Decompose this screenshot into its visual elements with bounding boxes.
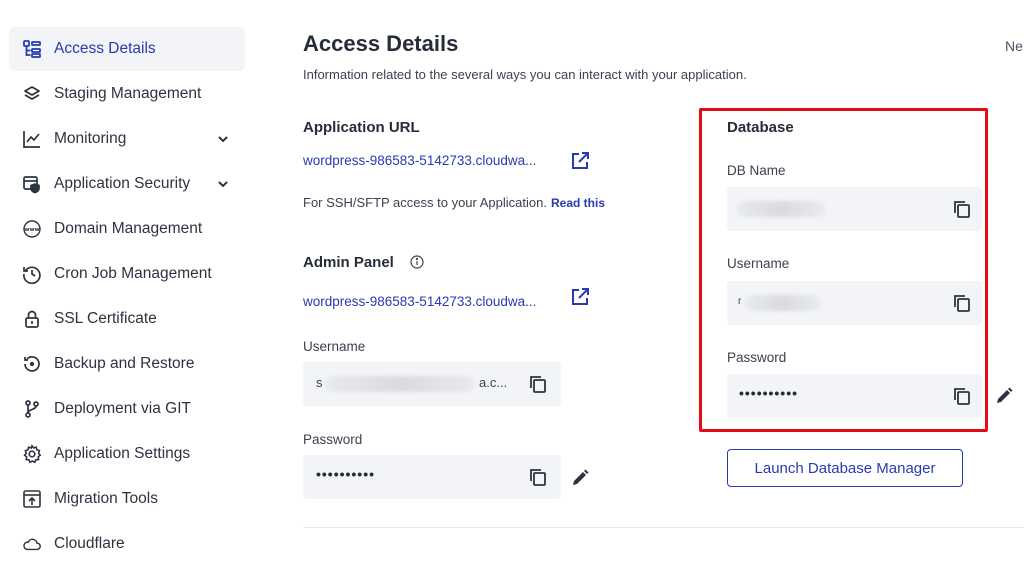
git-branch-icon bbox=[22, 399, 42, 419]
sidebar-item-migration-tools[interactable]: Migration Tools bbox=[9, 477, 245, 521]
sidebar-item-label: Monitoring bbox=[54, 130, 127, 147]
sidebar-item-label: Application Settings bbox=[54, 445, 191, 462]
page-subtitle: Information related to the several ways … bbox=[303, 67, 747, 82]
sidebar-item-application-settings[interactable]: Application Settings bbox=[9, 432, 245, 476]
admin-username-suffix: a.c... bbox=[479, 375, 508, 390]
admin-username-field[interactable]: s a.c... bbox=[303, 362, 561, 406]
sidebar-item-application-security[interactable]: Application Security bbox=[9, 162, 245, 206]
copy-icon[interactable] bbox=[528, 467, 548, 487]
admin-password-value: •••••••••• bbox=[316, 466, 376, 482]
truncated-header-text: Ne bbox=[1005, 38, 1023, 54]
sidebar-item-label: Application Security bbox=[54, 175, 191, 192]
sidebar-item-cloudflare[interactable]: Cloudflare bbox=[9, 522, 245, 563]
sidebar-item-label: Staging Management bbox=[54, 85, 202, 102]
admin-password-field[interactable]: •••••••••• bbox=[303, 455, 561, 499]
backup-icon bbox=[22, 354, 42, 374]
pencil-icon[interactable] bbox=[994, 386, 1014, 406]
lock-icon bbox=[22, 309, 42, 329]
www-icon: www bbox=[22, 219, 42, 239]
admin-password-label: Password bbox=[303, 432, 363, 447]
sidebar: Access Details Staging Management Monito… bbox=[0, 0, 260, 563]
pencil-icon[interactable] bbox=[570, 468, 590, 488]
sidebar-item-label: Domain Management bbox=[54, 220, 203, 237]
layers-icon bbox=[22, 84, 42, 104]
admin-panel-heading: Admin Panel bbox=[303, 254, 394, 271]
launch-database-manager-button[interactable]: Launch Database Manager bbox=[727, 449, 963, 487]
page-title: Access Details bbox=[303, 31, 459, 56]
sidebar-item-ssl-certificate[interactable]: SSL Certificate bbox=[9, 297, 245, 341]
sidebar-item-backup-and-restore[interactable]: Backup and Restore bbox=[9, 342, 245, 386]
sidebar-item-monitoring[interactable]: Monitoring bbox=[9, 117, 245, 161]
copy-icon[interactable] bbox=[528, 374, 548, 394]
sidebar-item-label: Deployment via GIT bbox=[54, 400, 191, 417]
read-this-link[interactable]: Read this bbox=[551, 196, 605, 210]
application-url-link[interactable]: wordpress-986583-5142733.cloudwa... bbox=[303, 153, 536, 168]
access-details-icon bbox=[22, 39, 42, 59]
sidebar-item-domain-management[interactable]: www Domain Management bbox=[9, 207, 245, 251]
external-link-icon[interactable] bbox=[570, 151, 590, 171]
external-link-icon[interactable] bbox=[570, 287, 590, 307]
clock-history-icon bbox=[22, 264, 42, 284]
info-icon[interactable] bbox=[410, 255, 424, 269]
sidebar-item-cron-job-management[interactable]: Cron Job Management bbox=[9, 252, 245, 296]
application-url-heading: Application URL bbox=[303, 119, 420, 136]
database-highlight-box bbox=[699, 108, 988, 432]
sidebar-item-label: Cloudflare bbox=[54, 535, 125, 552]
sidebar-item-label: Access Details bbox=[54, 40, 156, 57]
chevron-down-icon[interactable] bbox=[216, 132, 230, 146]
gear-icon bbox=[22, 444, 42, 464]
sidebar-item-label: Backup and Restore bbox=[54, 355, 195, 372]
admin-username-prefix: s bbox=[316, 375, 323, 390]
sidebar-item-access-details[interactable]: Access Details bbox=[9, 27, 245, 71]
sidebar-item-label: Cron Job Management bbox=[54, 265, 212, 282]
migration-icon bbox=[22, 489, 42, 509]
ssh-note-text: For SSH/SFTP access to your Application. bbox=[303, 195, 547, 210]
cloud-icon bbox=[22, 534, 42, 554]
admin-panel-link[interactable]: wordpress-986583-5142733.cloudwa... bbox=[303, 294, 536, 309]
ssh-note: For SSH/SFTP access to your Application.… bbox=[303, 195, 605, 210]
sidebar-item-label: SSL Certificate bbox=[54, 310, 157, 327]
redacted-text bbox=[325, 376, 475, 392]
sidebar-item-deployment-via-git[interactable]: Deployment via GIT bbox=[9, 387, 245, 431]
shield-icon bbox=[22, 174, 42, 194]
admin-username-label: Username bbox=[303, 339, 366, 354]
sidebar-item-label: Migration Tools bbox=[54, 490, 158, 507]
svg-text:www: www bbox=[24, 227, 39, 233]
chart-line-icon bbox=[22, 129, 42, 149]
chevron-down-icon[interactable] bbox=[216, 177, 230, 191]
section-divider bbox=[303, 527, 1024, 528]
sidebar-item-staging-management[interactable]: Staging Management bbox=[9, 72, 245, 116]
